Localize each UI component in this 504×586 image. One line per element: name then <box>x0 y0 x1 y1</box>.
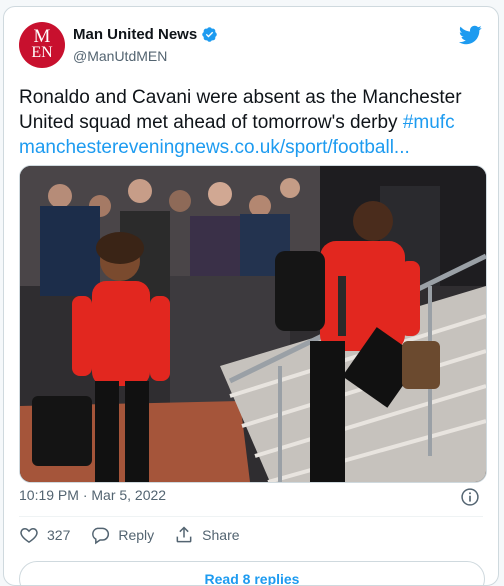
avatar-letter-bottom: EN <box>31 44 53 61</box>
read-replies-button[interactable]: Read 8 replies <box>19 561 485 586</box>
reply-label: Reply <box>118 527 155 543</box>
share-icon <box>176 526 192 543</box>
author-display-name[interactable]: Man United News <box>73 26 197 43</box>
verified-badge-icon <box>202 27 217 42</box>
action-bar: 327 Reply Share <box>19 525 260 545</box>
article-link[interactable]: manchestereveningnews.co.uk/sport/footba… <box>19 137 410 158</box>
photo-scene <box>20 166 486 482</box>
reply-button[interactable]: Reply <box>90 525 154 545</box>
twitter-bird-icon[interactable] <box>458 23 482 47</box>
hashtag-link[interactable]: #mufc <box>403 112 455 133</box>
tweet-text: Ronaldo and Cavani were absent as the Ma… <box>19 85 489 160</box>
share-button[interactable]: Share <box>174 525 240 545</box>
read-replies-label: Read 8 replies <box>204 571 300 586</box>
like-button[interactable]: 327 <box>19 525 70 545</box>
heart-icon <box>20 527 38 543</box>
avatar-monogram: M EN <box>31 26 53 61</box>
share-label: Share <box>202 527 240 543</box>
avatar-letter-top: M <box>33 26 51 47</box>
tweet-photo[interactable] <box>19 165 487 483</box>
tweet-card: M EN Man United News @ManUtdMEN Ronaldo … <box>3 6 499 586</box>
avatar[interactable]: M EN <box>19 22 65 68</box>
tweet-body: Ronaldo and Cavani were absent as the Ma… <box>19 87 462 133</box>
divider <box>19 516 483 517</box>
like-count: 327 <box>47 527 71 543</box>
author-handle[interactable]: @ManUtdMEN <box>73 48 167 64</box>
reply-icon <box>92 527 110 545</box>
tweet-timestamp[interactable]: 10:19 PM · Mar 5, 2022 <box>19 487 166 503</box>
info-icon[interactable] <box>460 487 480 507</box>
author-name-row[interactable]: Man United News <box>73 26 218 43</box>
